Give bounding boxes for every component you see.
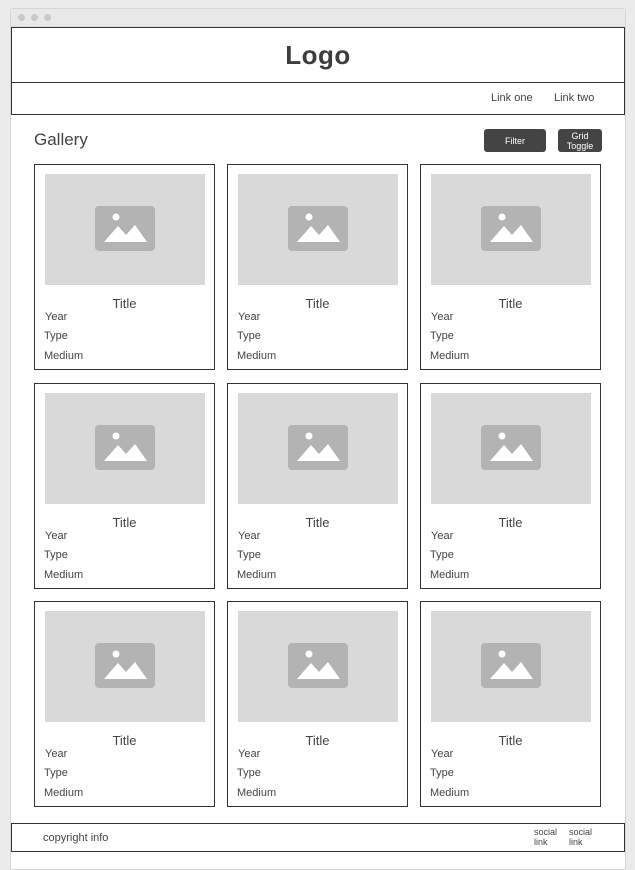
card-medium: Medium — [237, 787, 277, 799]
grid-toggle-button[interactable]: Grid Toggle — [558, 129, 602, 152]
card-thumbnail[interactable] — [238, 611, 398, 722]
site-header: Logo — [11, 27, 625, 83]
card-thumbnail[interactable] — [45, 611, 205, 722]
gallery-card[interactable]: Title Year Type Medium — [420, 601, 601, 807]
card-year: Year — [238, 530, 261, 542]
card-thumbnail[interactable] — [431, 393, 591, 504]
card-medium: Medium — [44, 350, 84, 362]
card-type: Type — [237, 767, 261, 779]
card-medium: Medium — [237, 350, 277, 362]
image-placeholder-icon — [95, 643, 155, 688]
card-title: Title — [112, 733, 137, 748]
card-thumbnail[interactable] — [431, 174, 591, 285]
card-thumbnail[interactable] — [431, 611, 591, 722]
nav-link-one[interactable]: Link one — [491, 92, 533, 104]
filter-button[interactable]: Filter — [484, 129, 546, 152]
card-medium: Medium — [430, 787, 470, 799]
card-year: Year — [238, 311, 261, 323]
window-dot — [18, 14, 25, 21]
card-type: Type — [44, 549, 68, 561]
page-title: Gallery — [34, 130, 88, 149]
window-dot — [44, 14, 51, 21]
card-medium: Medium — [237, 569, 277, 581]
card-type: Type — [430, 549, 454, 561]
card-year: Year — [45, 311, 68, 323]
card-type: Type — [430, 330, 454, 342]
card-year: Year — [431, 311, 454, 323]
image-placeholder-icon — [481, 643, 541, 688]
site-footer: copyright info social link social link — [11, 823, 625, 852]
nav-bar: Link one Link two — [11, 82, 625, 115]
logo[interactable]: Logo — [285, 40, 351, 71]
card-year: Year — [45, 530, 68, 542]
gallery-card[interactable]: Title Year Type Medium — [227, 383, 408, 589]
card-title: Title — [305, 296, 330, 311]
image-placeholder-icon — [481, 206, 541, 251]
card-type: Type — [44, 767, 68, 779]
gallery-card[interactable]: Title Year Type Medium — [34, 383, 215, 589]
image-placeholder-icon — [95, 206, 155, 251]
card-year: Year — [431, 748, 454, 760]
card-thumbnail[interactable] — [45, 393, 205, 504]
card-title: Title — [498, 296, 523, 311]
card-title: Title — [498, 515, 523, 530]
image-placeholder-icon — [288, 643, 348, 688]
card-thumbnail[interactable] — [45, 174, 205, 285]
card-title: Title — [305, 733, 330, 748]
image-placeholder-icon — [95, 425, 155, 470]
gallery-card[interactable]: Title Year Type Medium — [34, 601, 215, 807]
card-title: Title — [112, 296, 137, 311]
card-thumbnail[interactable] — [238, 393, 398, 504]
window-titlebar — [11, 9, 625, 27]
card-year: Year — [431, 530, 454, 542]
card-title: Title — [498, 733, 523, 748]
card-medium: Medium — [430, 569, 470, 581]
nav-link-two[interactable]: Link two — [554, 92, 594, 104]
image-placeholder-icon — [481, 425, 541, 470]
copyright-text: copyright info — [43, 832, 109, 844]
card-type: Type — [237, 330, 261, 342]
card-type: Type — [430, 767, 454, 779]
card-title: Title — [112, 515, 137, 530]
gallery-card[interactable]: Title Year Type Medium — [227, 164, 408, 370]
card-medium: Medium — [430, 350, 470, 362]
card-year: Year — [238, 748, 261, 760]
gallery-card[interactable]: Title Year Type Medium — [420, 164, 601, 370]
card-year: Year — [45, 748, 68, 760]
card-title: Title — [305, 515, 330, 530]
card-type: Type — [44, 330, 68, 342]
gallery-card[interactable]: Title Year Type Medium — [420, 383, 601, 589]
card-type: Type — [237, 549, 261, 561]
social-link[interactable]: social link — [569, 827, 597, 847]
card-medium: Medium — [44, 569, 84, 581]
gallery-card[interactable]: Title Year Type Medium — [227, 601, 408, 807]
card-thumbnail[interactable] — [238, 174, 398, 285]
social-link[interactable]: social link — [534, 827, 562, 847]
gallery-card[interactable]: Title Year Type Medium — [34, 164, 215, 370]
image-placeholder-icon — [288, 206, 348, 251]
image-placeholder-icon — [288, 425, 348, 470]
card-medium: Medium — [44, 787, 84, 799]
window-dot — [31, 14, 38, 21]
